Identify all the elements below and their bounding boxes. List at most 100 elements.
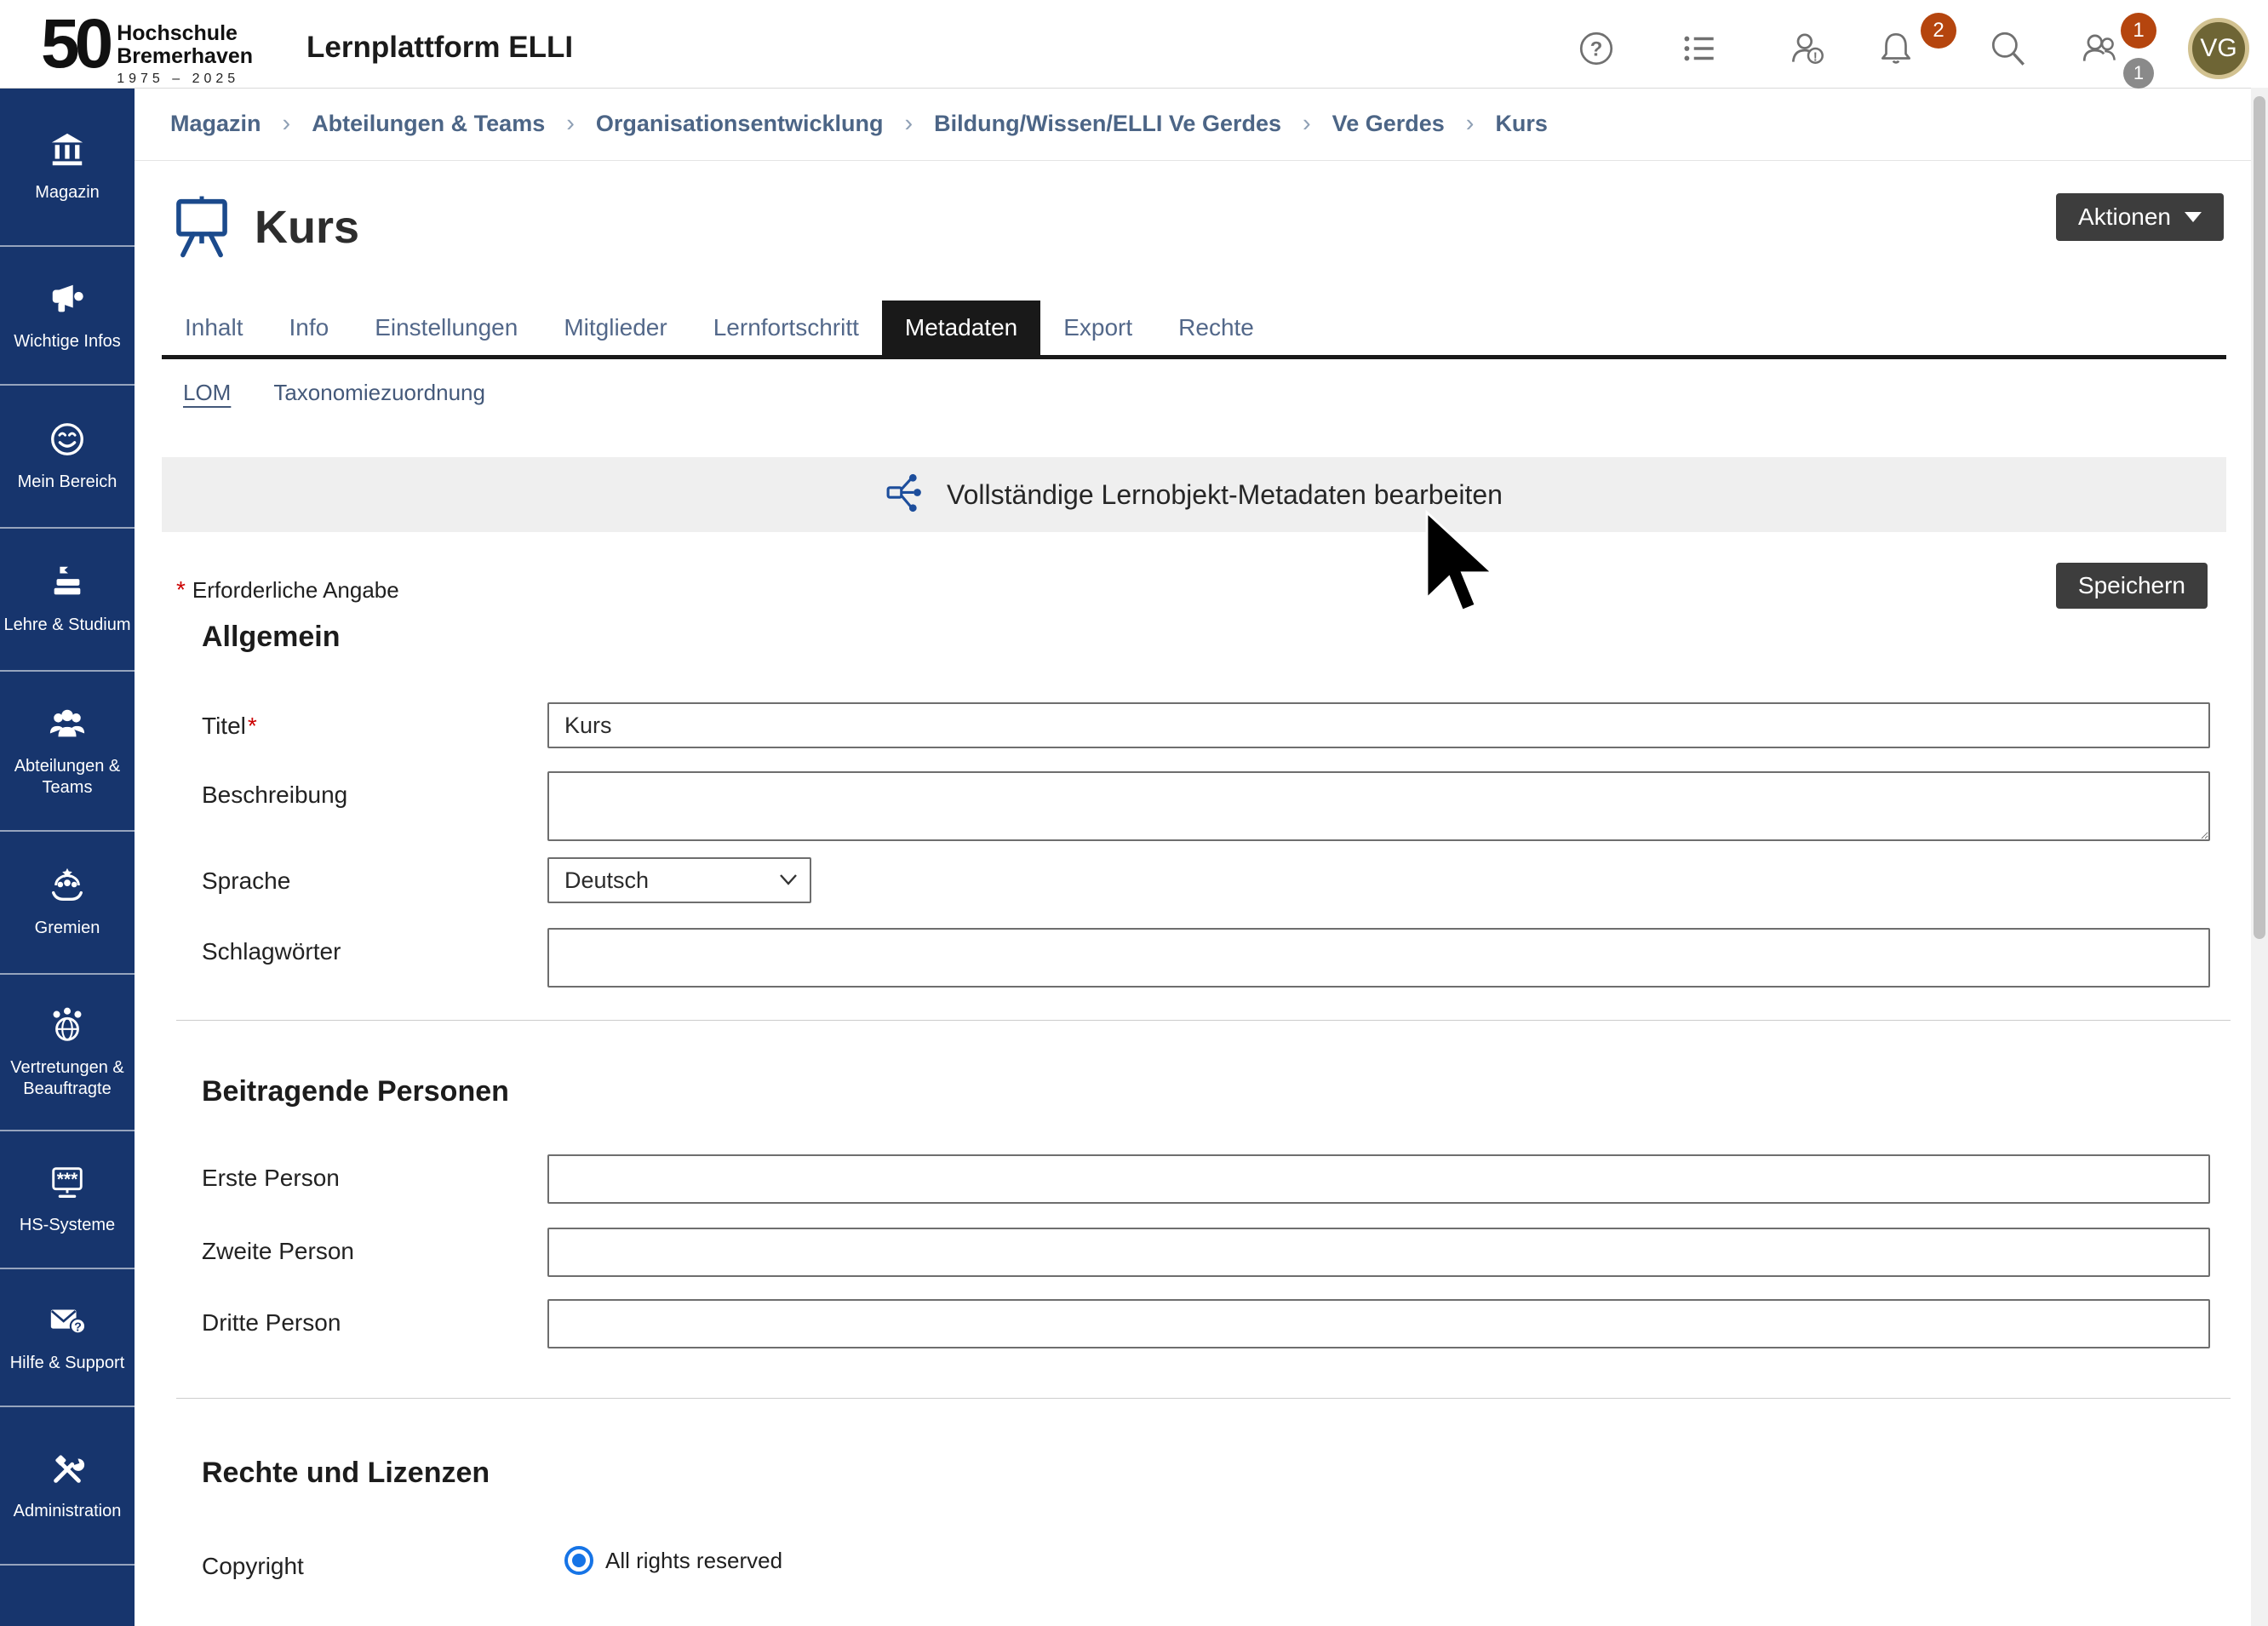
breadcrumb: Magazin › Abteilungen & Teams › Organisa… (135, 88, 2251, 161)
tab-metadaten[interactable]: Metadaten (882, 301, 1040, 355)
bell-icon[interactable] (1876, 28, 1916, 69)
titel-required-asterisk: * (248, 713, 257, 739)
required-hint: *Erforderliche Angabe (176, 563, 2208, 604)
scrollbar-thumb[interactable] (2254, 96, 2265, 939)
section-title-rechte: Rechte und Lizenzen (202, 1457, 2251, 1490)
sidebar-item-hs-systeme[interactable]: *** HS-Systeme (0, 1131, 135, 1269)
titel-label: Titel* (202, 702, 547, 740)
tab-mitglieder[interactable]: Mitglieder (541, 301, 690, 355)
megaphone-icon (48, 279, 87, 323)
zweite-person-input[interactable] (547, 1228, 2210, 1277)
sidebar-item-lehre-studium[interactable]: Lehre & Studium (0, 529, 135, 672)
app-title: Lernplattform ELLI (306, 31, 573, 65)
breadcrumb-separator: › (283, 110, 291, 138)
speichern-button-label: Speichern (2078, 572, 2185, 599)
sidebar-item-hilfe-support[interactable]: ? Hilfe & Support (0, 1269, 135, 1407)
tab-bar: Inhalt Info Einstellungen Mitglieder Ler… (162, 301, 2226, 359)
sprache-label: Sprache (202, 857, 547, 895)
section-divider (176, 1020, 2231, 1021)
copyright-label: Copyright (202, 1543, 547, 1580)
tab-export[interactable]: Export (1040, 301, 1155, 355)
tab-info[interactable]: Info (266, 301, 352, 355)
bank-icon (48, 130, 87, 174)
beschreibung-textarea[interactable] (547, 771, 2210, 841)
aktionen-button[interactable]: Aktionen (2056, 193, 2224, 241)
books-icon (48, 563, 87, 606)
contacts-badge: 1 (2121, 13, 2156, 49)
tab-inhalt[interactable]: Inhalt (162, 301, 266, 355)
speichern-button[interactable]: Speichern (2056, 563, 2208, 609)
sidebar-item-label: Lehre & Studium (4, 615, 131, 636)
help-icon[interactable]: ? (1576, 28, 1617, 69)
tools-icon (48, 1449, 87, 1492)
list-icon[interactable] (1679, 28, 1720, 69)
dritte-person-input[interactable] (547, 1299, 2210, 1348)
logo-50: 50 (41, 7, 108, 82)
sidebar-item-mein-bereich[interactable]: Mein Bereich (0, 386, 135, 529)
course-board-icon (175, 192, 229, 263)
contacts-icon[interactable] (2080, 28, 2121, 69)
required-asterisk: * (176, 576, 186, 603)
sidebar-item-abteilungen-teams[interactable]: Abteilungen & Teams (0, 672, 135, 832)
breadcrumb-separator: › (1303, 110, 1311, 138)
hochschule-bremerhaven-logo: 50 Hochschule Bremerhaven 1975 – 2025 (41, 7, 253, 87)
sidebar-item-gremien[interactable]: Gremien (0, 832, 135, 975)
copyright-radio-selected[interactable] (564, 1546, 593, 1575)
sprache-select[interactable]: Deutsch (547, 857, 811, 903)
breadcrumb-item-bildung[interactable]: Bildung/Wissen/ELLI Ve Gerdes (934, 111, 1281, 137)
subtab-taxonomiezuordnung[interactable]: Taxonomiezuordnung (273, 380, 485, 406)
titel-input[interactable] (547, 702, 2210, 748)
erste-person-input[interactable] (547, 1154, 2210, 1204)
smiley-icon (48, 420, 87, 463)
sidebar-item-label: Mein Bereich (18, 472, 117, 493)
sidebar-item-vertretungen-beauftragte[interactable]: Vertretungen & Beauftragte (0, 975, 135, 1131)
tab-lernfortschritt[interactable]: Lernfortschritt (690, 301, 882, 355)
form-row-beschreibung: Beschreibung (202, 771, 2210, 845)
logo-line1: Hochschule (117, 22, 253, 45)
sidebar-item-label: Administration (14, 1501, 122, 1522)
sidebar-item-label: Gremien (35, 918, 100, 939)
main-content: Magazin › Abteilungen & Teams › Organisa… (135, 88, 2251, 1626)
committee-icon (48, 866, 87, 909)
tab-rechte[interactable]: Rechte (1155, 301, 1277, 355)
user-status-icon[interactable]: ! (1788, 28, 1829, 69)
schlagwoerter-input[interactable] (547, 928, 2210, 988)
contacts-badge-secondary: 1 (2123, 58, 2154, 89)
form-row-sprache: Sprache Deutsch (202, 857, 2210, 903)
sidebar-item-administration[interactable]: Administration (0, 1407, 135, 1566)
breadcrumb-item-organisationsentwicklung[interactable]: Organisationsentwicklung (596, 111, 884, 137)
scrollbar[interactable] (2251, 88, 2268, 1626)
bell-badge: 2 (1921, 13, 1956, 49)
form-meta-row: *Erforderliche Angabe Speichern (176, 563, 2208, 612)
zweite-person-label: Zweite Person (202, 1228, 547, 1265)
svg-text:***: *** (57, 1170, 78, 1189)
avatar[interactable]: VG (2188, 18, 2249, 79)
edit-full-metadata-banner[interactable]: Vollständige Lernobjekt-Metadaten bearbe… (162, 457, 2226, 532)
sidebar-item-wichtige-infos[interactable]: Wichtige Infos (0, 247, 135, 386)
section-title-beitragende: Beitragende Personen (202, 1075, 2251, 1108)
form-row-zweite-person: Zweite Person (202, 1228, 2210, 1277)
app-window: 50 Hochschule Bremerhaven 1975 – 2025 Le… (0, 0, 2268, 1626)
metadata-tree-icon (885, 472, 928, 518)
sidebar-item-label: HS-Systeme (20, 1215, 115, 1236)
sidebar-item-label: Vertretungen & Beauftragte (3, 1057, 131, 1100)
logo-years: 1975 – 2025 (117, 72, 253, 87)
breadcrumb-item-ve-gerdes[interactable]: Ve Gerdes (1332, 111, 1445, 137)
chevron-down-icon (2185, 212, 2202, 222)
breadcrumb-item-abteilungen[interactable]: Abteilungen & Teams (312, 111, 545, 137)
breadcrumb-item-kurs[interactable]: Kurs (1495, 111, 1548, 137)
monitor-icon: *** (48, 1163, 87, 1206)
erste-person-label: Erste Person (202, 1154, 547, 1192)
breadcrumb-separator: › (566, 110, 575, 138)
sidebar-item-magazin[interactable]: Magazin (0, 88, 135, 247)
subtab-lom[interactable]: LOM (183, 380, 231, 406)
edit-full-metadata-label: Vollständige Lernobjekt-Metadaten bearbe… (947, 479, 1503, 511)
search-icon[interactable] (1987, 28, 2028, 69)
section-title-allgemein: Allgemein (202, 621, 2251, 654)
breadcrumb-item-magazin[interactable]: Magazin (170, 111, 261, 137)
breadcrumb-separator: › (1466, 110, 1475, 138)
tab-einstellungen[interactable]: Einstellungen (352, 301, 541, 355)
schlagwoerter-label: Schlagwörter (202, 928, 547, 965)
dritte-person-label: Dritte Person (202, 1299, 547, 1337)
radio-dot (572, 1554, 586, 1567)
